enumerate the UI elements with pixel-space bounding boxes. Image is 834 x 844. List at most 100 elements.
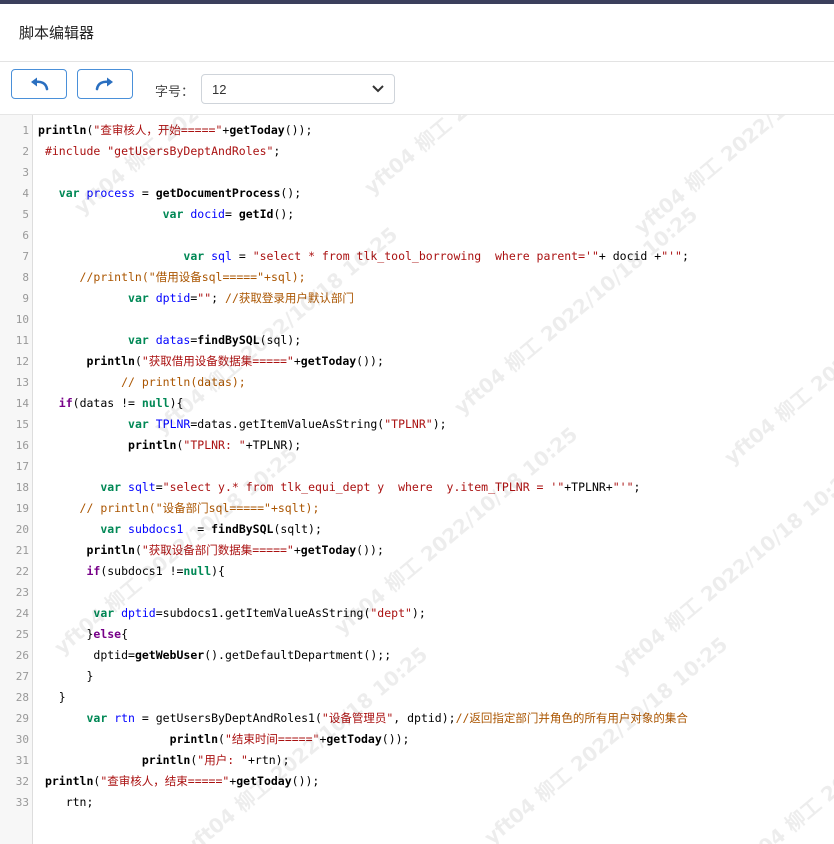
line-number: 19 bbox=[15, 502, 29, 515]
line-number: 4 bbox=[22, 187, 29, 200]
code-line[interactable]: 4 var process = getDocumentProcess(); bbox=[0, 183, 834, 204]
code-line[interactable]: 15 var TPLNR=datas.getItemValueAsString(… bbox=[0, 414, 834, 435]
font-size-label: 字号： bbox=[155, 85, 195, 100]
code-line[interactable]: 22 if(subdocs1 !=null){ bbox=[0, 561, 834, 582]
code-text: dptid=getWebUser().getDefaultDepartment(… bbox=[93, 648, 392, 662]
line-number: 9 bbox=[22, 292, 29, 305]
code-line[interactable]: 13 // println(datas); bbox=[0, 372, 834, 393]
code-text: var sqlt="select y.* from tlk_equi_dept … bbox=[100, 480, 641, 494]
code-text: var process = getDocumentProcess(); bbox=[58, 186, 302, 200]
code-line[interactable]: 21 println("获取设备部门数据集====="+getToday()); bbox=[0, 540, 834, 561]
code-text: println("用户: "+rtn); bbox=[141, 753, 290, 767]
code-line[interactable]: 5 var docid= getId(); bbox=[0, 204, 834, 225]
code-line[interactable]: 25 }else{ bbox=[0, 624, 834, 645]
line-number: 8 bbox=[22, 271, 29, 284]
line-number: 6 bbox=[22, 229, 29, 242]
code-line[interactable]: 9 var dptid=""; //获取登录用户默认部门 bbox=[0, 288, 834, 309]
line-number: 11 bbox=[15, 334, 29, 347]
code-line[interactable]: 16 println("TPLNR: "+TPLNR); bbox=[0, 435, 834, 456]
line-number: 31 bbox=[15, 754, 29, 767]
code-line[interactable]: 12 println("获取借用设备数据集====="+getToday()); bbox=[0, 351, 834, 372]
line-number: 32 bbox=[15, 775, 29, 788]
code-line[interactable]: 8 //println("借用设备sql====="+sql); bbox=[0, 267, 834, 288]
line-number: 21 bbox=[15, 544, 29, 557]
code-line[interactable]: 30 println("结束时间====="+getToday()); bbox=[0, 729, 834, 750]
line-number: 13 bbox=[15, 376, 29, 389]
code-text: } bbox=[58, 690, 66, 704]
code-line[interactable]: 28 } bbox=[0, 687, 834, 708]
code-line[interactable]: 19 // println("设备部门sql====="+sqlt); bbox=[0, 498, 834, 519]
code-text: if(datas != null){ bbox=[58, 396, 184, 410]
line-number: 33 bbox=[15, 796, 29, 809]
line-number: 17 bbox=[15, 460, 29, 473]
line-number: 14 bbox=[15, 397, 29, 410]
line-number: 15 bbox=[15, 418, 29, 431]
code-text: println("获取设备部门数据集====="+getToday()); bbox=[86, 543, 384, 557]
code-text: var sql = "select * from tlk_tool_borrow… bbox=[183, 249, 689, 263]
line-number: 5 bbox=[22, 208, 29, 221]
code-line[interactable]: 6 bbox=[0, 225, 834, 246]
line-number: 29 bbox=[15, 712, 29, 725]
code-line[interactable]: 10 bbox=[0, 309, 834, 330]
line-number: 26 bbox=[15, 649, 29, 662]
dialog-header: 脚本编辑器 bbox=[0, 4, 834, 62]
code-line[interactable]: 26 dptid=getWebUser().getDefaultDepartme… bbox=[0, 645, 834, 666]
code-text: //println("借用设备sql====="+sql); bbox=[79, 270, 306, 284]
code-editor[interactable]: 1 println("查审核人，开始====="+getToday()); 2 #i… bbox=[0, 115, 834, 844]
code-text: var datas=findBySQL(sql); bbox=[128, 333, 302, 347]
line-number: 3 bbox=[22, 166, 29, 179]
code-line[interactable]: 27 } bbox=[0, 666, 834, 687]
line-number: 30 bbox=[15, 733, 29, 746]
code-text: } bbox=[86, 669, 94, 683]
line-number: 2 bbox=[22, 145, 29, 158]
code-line[interactable]: 18 var sqlt="select y.* from tlk_equi_de… bbox=[0, 477, 834, 498]
code-text: println("查审核人，开始====="+getToday()); bbox=[38, 123, 313, 137]
line-number: 7 bbox=[22, 250, 29, 263]
code-line[interactable]: 20 var subdocs1 = findBySQL(sqlt); bbox=[0, 519, 834, 540]
code-text: }else{ bbox=[86, 627, 129, 641]
code-text: // println("设备部门sql====="+sqlt); bbox=[79, 501, 320, 515]
code-line[interactable]: 3 bbox=[0, 162, 834, 183]
line-number: 25 bbox=[15, 628, 29, 641]
line-number: 23 bbox=[15, 586, 29, 599]
code-line[interactable]: 29 var rtn = getUsersByDeptAndRoles1("设备… bbox=[0, 708, 834, 729]
code-line[interactable]: 14 if(datas != null){ bbox=[0, 393, 834, 414]
redo-icon bbox=[95, 77, 113, 91]
code-text: println("结束时间====="+getToday()); bbox=[169, 732, 410, 746]
font-size-select[interactable]: 12 bbox=[201, 74, 395, 104]
line-number: 24 bbox=[15, 607, 29, 620]
editor-toolbar: 字号： 12 bbox=[0, 63, 834, 115]
code-line[interactable]: 31 println("用户: "+rtn); bbox=[0, 750, 834, 771]
code-line[interactable]: 7 var sql = "select * from tlk_tool_borr… bbox=[0, 246, 834, 267]
dialog-title: 脚本编辑器 bbox=[19, 24, 95, 42]
code-text: rtn; bbox=[65, 795, 94, 809]
font-size-value: 12 bbox=[212, 81, 227, 97]
line-number: 12 bbox=[15, 355, 29, 368]
code-text: var dptid=subdocs1.getItemValueAsString(… bbox=[93, 606, 426, 620]
code-line[interactable]: 24 var dptid=subdocs1.getItemValueAsStri… bbox=[0, 603, 834, 624]
line-number: 16 bbox=[15, 439, 29, 452]
undo-icon bbox=[31, 77, 49, 91]
code-line[interactable]: 17 bbox=[0, 456, 834, 477]
code-line[interactable]: 32 println("查审核人，结束====="+getToday()); bbox=[0, 771, 834, 792]
code-line[interactable]: 11 var datas=findBySQL(sql); bbox=[0, 330, 834, 351]
line-number: 1 bbox=[22, 124, 29, 137]
code-text: // println(datas); bbox=[121, 375, 246, 389]
code-line[interactable]: 23 bbox=[0, 582, 834, 603]
undo-button[interactable] bbox=[11, 69, 67, 99]
redo-button[interactable] bbox=[77, 69, 133, 99]
code-text: #include "getUsersByDeptAndRoles"; bbox=[44, 144, 281, 158]
code-text: println("获取借用设备数据集====="+getToday()); bbox=[86, 354, 384, 368]
line-number: 27 bbox=[15, 670, 29, 683]
code-text: println("查审核人，结束====="+getToday()); bbox=[44, 774, 320, 788]
line-number: 28 bbox=[15, 691, 29, 704]
code-line[interactable]: 2 #include "getUsersByDeptAndRoles"; bbox=[0, 141, 834, 162]
code-text: var docid= getId(); bbox=[162, 207, 295, 221]
code-text: var TPLNR=datas.getItemValueAsString("TP… bbox=[128, 417, 447, 431]
code-text: var subdocs1 = findBySQL(sqlt); bbox=[100, 522, 322, 536]
code-lines: 1 println("查审核人，开始====="+getToday()); 2 #i… bbox=[0, 120, 834, 813]
code-line[interactable]: 1 println("查审核人，开始====="+getToday()); bbox=[0, 120, 834, 141]
line-number: 20 bbox=[15, 523, 29, 536]
line-number: 18 bbox=[15, 481, 29, 494]
code-line[interactable]: 33 rtn; bbox=[0, 792, 834, 813]
